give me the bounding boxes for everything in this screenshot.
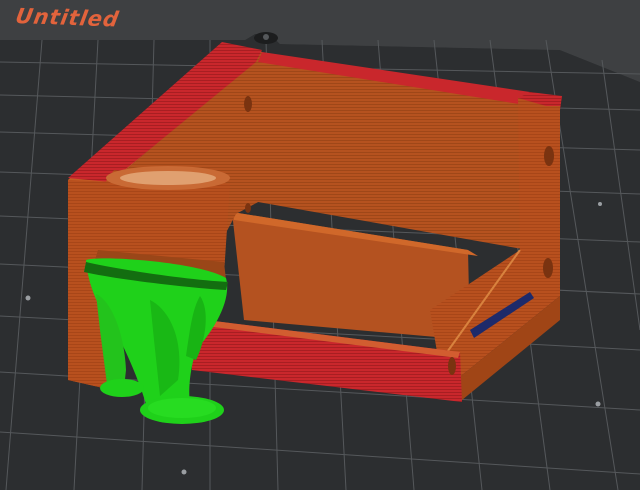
bed-clip: [254, 32, 278, 44]
build-plate-scene[interactable]: [0, 0, 640, 490]
3d-viewport[interactable]: Untitled: [0, 0, 640, 490]
plate-name-label: Untitled: [13, 4, 122, 32]
